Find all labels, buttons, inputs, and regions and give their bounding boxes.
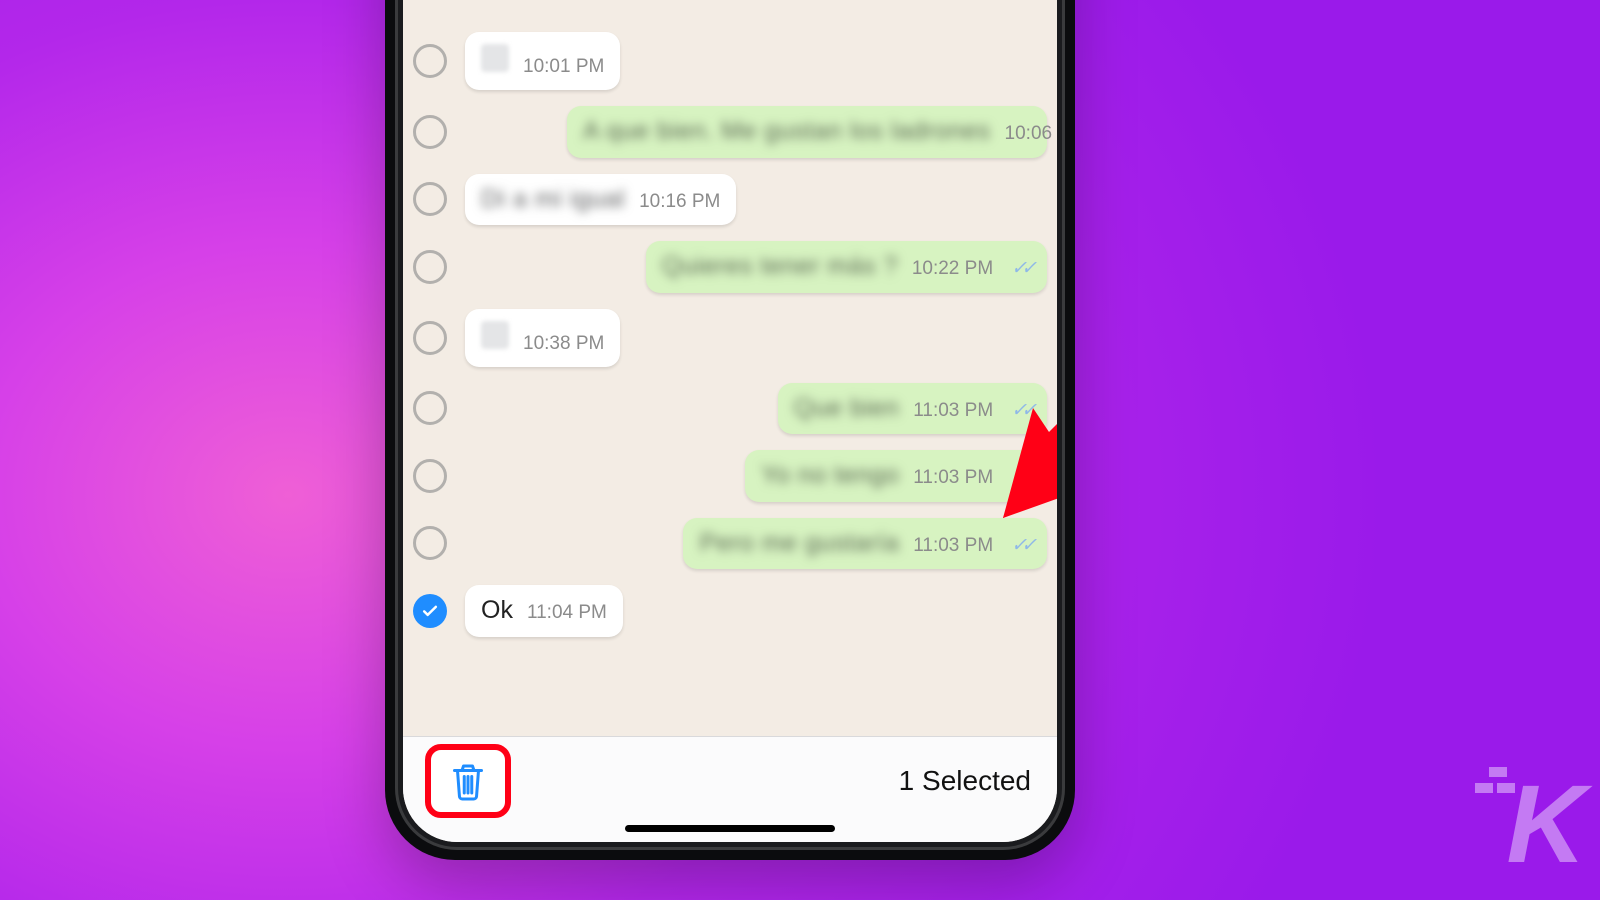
message-row[interactable]: A que bien. Me gustan los ladrones10:06 …: [413, 106, 1047, 158]
message-time: 10:16 PM: [639, 191, 720, 213]
message-text: Di a mi igual: [481, 186, 625, 214]
message-text: Ok: [481, 597, 513, 625]
message-row[interactable]: 10:38 PM: [413, 309, 1047, 367]
message-row[interactable]: Di a mi igual 10:16 PM: [413, 174, 1047, 226]
message-row[interactable]: Ok 11:04 PM: [413, 585, 1047, 637]
message-row[interactable]: Pero me gustaría 11:03 PM ✓✓: [413, 518, 1047, 570]
phone-bezel: 10:01 PM A que bien. Me gustan los ladron…: [395, 0, 1065, 850]
chat-thread: 10:01 PM A que bien. Me gustan los ladron…: [403, 8, 1057, 748]
home-indicator[interactable]: [625, 825, 835, 832]
watermark-letter: K: [1507, 763, 1582, 886]
message-time: 11:04 PM: [527, 602, 607, 624]
trash-icon: [450, 761, 486, 801]
message-text: Yo no tengo: [761, 462, 899, 490]
message-time: 11:03 PM: [913, 535, 993, 557]
message-text: A que bien. Me gustan los ladrones: [583, 118, 991, 146]
image-thumbnail: [481, 44, 509, 72]
check-icon: [420, 601, 440, 621]
selection-circle[interactable]: [413, 526, 447, 560]
incoming-bubble[interactable]: 10:01 PM: [465, 32, 620, 90]
watermark: K: [1507, 761, 1582, 888]
message-text: Quieres tener más ?: [662, 253, 898, 281]
message-time: 10:06 PM: [1005, 123, 1057, 145]
incoming-bubble[interactable]: Ok 11:04 PM: [465, 585, 623, 637]
outgoing-bubble[interactable]: Pero me gustaría 11:03 PM ✓✓: [683, 518, 1047, 570]
message-text: Pero me gustaría: [699, 530, 899, 558]
image-thumbnail: [481, 321, 509, 349]
selection-circle[interactable]: [413, 115, 447, 149]
selection-count: 1 Selected: [899, 765, 1031, 797]
selection-circle[interactable]: [413, 250, 447, 284]
message-row[interactable]: Yo no tengo 11:03 PM ✓✓: [413, 450, 1047, 502]
read-ticks-icon: ✓✓: [1011, 534, 1031, 557]
read-ticks-icon: ✓✓: [1011, 399, 1031, 422]
selection-circle[interactable]: [413, 459, 447, 493]
incoming-bubble[interactable]: Di a mi igual 10:16 PM: [465, 174, 736, 226]
message-time: 11:03 PM: [913, 467, 993, 489]
selection-circle[interactable]: [413, 321, 447, 355]
phone-frame: 10:01 PM A que bien. Me gustan los ladron…: [385, 0, 1075, 860]
watermark-dots: [1475, 767, 1515, 807]
read-ticks-icon: ✓✓: [1011, 257, 1031, 280]
message-text: Que bien: [794, 395, 899, 423]
message-row[interactable]: Quieres tener más ? 10:22 PM ✓✓: [413, 241, 1047, 293]
phone-screen: 10:01 PM A que bien. Me gustan los ladron…: [403, 0, 1057, 842]
message-time: 10:01 PM: [523, 56, 604, 78]
selection-circle[interactable]: [413, 391, 447, 425]
outgoing-bubble[interactable]: Yo no tengo 11:03 PM ✓✓: [745, 450, 1047, 502]
outgoing-bubble[interactable]: A que bien. Me gustan los ladrones10:06 …: [567, 106, 1047, 158]
selection-circle[interactable]: [413, 44, 447, 78]
message-time: 10:38 PM: [523, 333, 604, 355]
delete-button[interactable]: [425, 744, 511, 818]
message-time: 10:22 PM: [912, 258, 993, 280]
message-row[interactable]: Que bien 11:03 PM ✓✓: [413, 383, 1047, 435]
outgoing-bubble[interactable]: Quieres tener más ? 10:22 PM ✓✓: [646, 241, 1047, 293]
selection-circle[interactable]: [413, 182, 447, 216]
selection-circle[interactable]: [413, 594, 447, 628]
message-time: 11:03 PM: [913, 400, 993, 422]
outgoing-bubble[interactable]: Que bien 11:03 PM ✓✓: [778, 383, 1047, 435]
read-ticks-icon: ✓✓: [1011, 466, 1031, 489]
message-row[interactable]: 10:01 PM: [413, 32, 1047, 90]
incoming-bubble[interactable]: 10:38 PM: [465, 309, 620, 367]
